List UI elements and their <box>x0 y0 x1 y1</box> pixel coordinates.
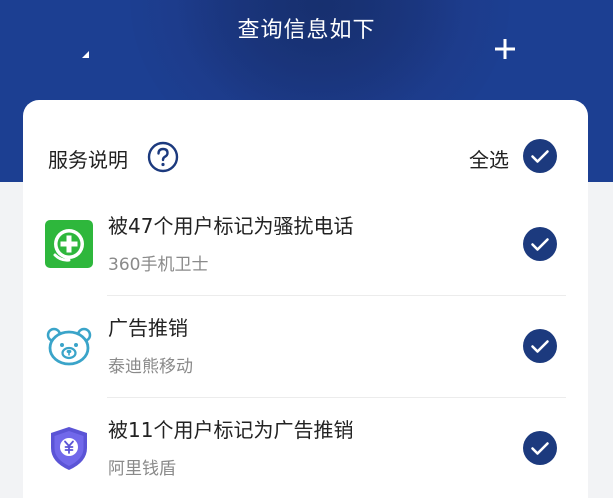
item-source: 360手机卫士 <box>108 255 209 275</box>
360-security-logo-icon <box>45 220 93 268</box>
select-all-label[interactable]: 全选 <box>469 144 509 173</box>
caret-up-icon[interactable] <box>80 48 92 60</box>
item-title: 被11个用户标记为广告推销 <box>108 418 354 442</box>
item-title: 被47个用户标记为骚扰电话 <box>108 214 354 238</box>
check-icon[interactable] <box>522 430 558 466</box>
plus-icon[interactable] <box>493 37 517 61</box>
ali-shield-logo-icon <box>51 427 87 470</box>
question-circle-icon[interactable] <box>147 141 179 173</box>
list-item[interactable]: 被47个用户标记为骚扰电话 360手机卫士 <box>23 194 588 296</box>
check-icon[interactable] <box>522 226 558 262</box>
list-item[interactable]: 被11个用户标记为广告推销 阿里钱盾 <box>23 398 588 498</box>
teddy-bear-logo-icon <box>46 327 92 366</box>
item-source: 阿里钱盾 <box>108 459 176 479</box>
select-all-check-icon[interactable] <box>522 138 558 174</box>
service-description-label: 服务说明 <box>48 148 128 172</box>
page-title: 查询信息如下 <box>237 18 376 43</box>
item-title: 广告推销 <box>108 316 188 340</box>
result-card: 服务说明 全选 被47个用户标记为骚扰电话 360手机卫士 广告推销 泰迪熊移动… <box>23 100 588 498</box>
check-icon[interactable] <box>522 328 558 364</box>
item-source: 泰迪熊移动 <box>108 357 193 377</box>
list-item[interactable]: 广告推销 泰迪熊移动 <box>23 296 588 398</box>
